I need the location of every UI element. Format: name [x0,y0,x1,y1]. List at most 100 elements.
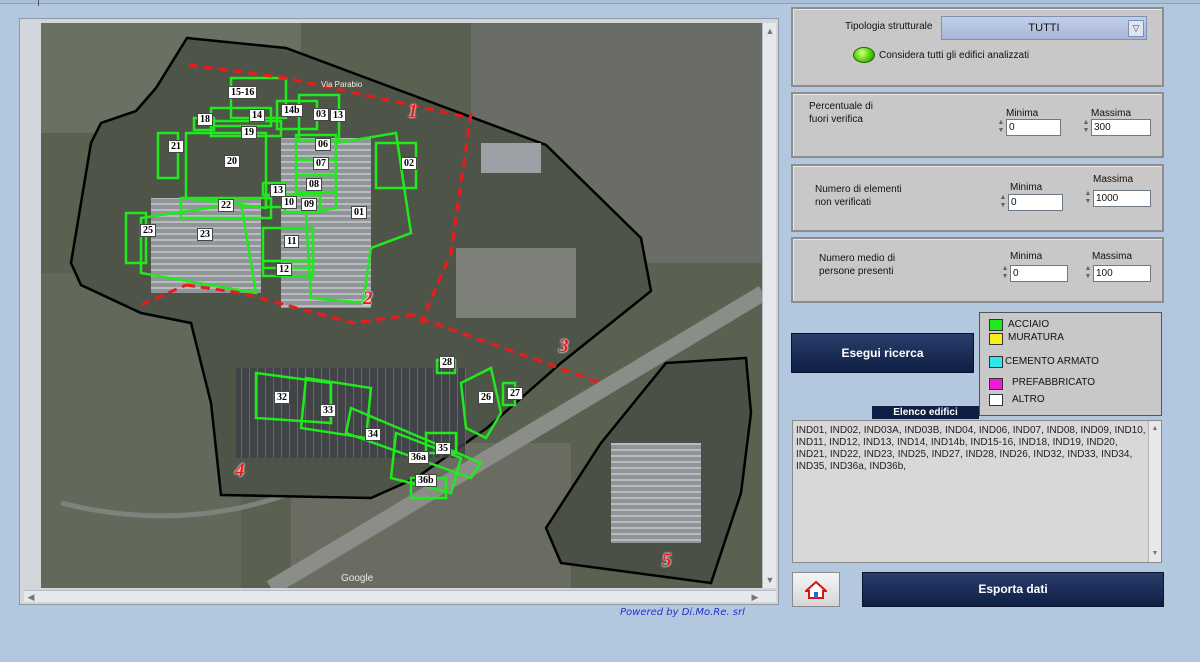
powered-by: Powered by Di.Mo.Re. srl [620,607,745,618]
building-label[interactable]: 32 [274,391,290,404]
building-label[interactable]: 34 [365,428,381,441]
map-vertical-scrollbar[interactable]: ▲ ▼ [762,23,776,588]
map-frame: 15-16 14 14b 03 13 18 19 21 20 06 02 07 08 13 10 09 01 22… [19,18,779,605]
esporta-dati-button[interactable]: Esporta dati [862,572,1164,607]
building-label[interactable]: 01 [351,206,367,219]
building-label[interactable]: 19 [241,126,257,139]
percentuale-min-spinner[interactable]: ▲ ▼ [997,119,1005,136]
building-label[interactable]: 27 [507,387,523,400]
building-label[interactable]: 18 [197,113,213,126]
satellite-map[interactable]: 15-16 14 14b 03 13 18 19 21 20 06 02 07 08 13 10 09 01 22… [41,23,763,588]
percentuale-panel: Percentuale di fuori verifica Minima Mas… [791,92,1164,158]
percentuale-max-spinner[interactable]: ▲ ▼ [1082,119,1090,136]
considera-label: Considera tutti gli edifici analizzati [879,50,1030,61]
building-label[interactable]: 14b [281,104,303,117]
legend-swatch-muratura [989,333,1003,345]
elenco-scrollbar[interactable]: ▲ ▼ [1148,421,1161,562]
persone-max-spinner[interactable]: ▲ ▼ [1084,265,1092,282]
persone-panel: Numero medio di persone presenti Minima … [791,237,1164,303]
building-label[interactable]: 14 [249,109,265,122]
elementi-min-spinner[interactable]: ▲ ▼ [999,194,1007,211]
persone-min-label: Minima [1010,251,1043,262]
percentuale-label-1: Percentuale di [809,101,873,112]
persone-max-label: Massima [1092,251,1133,262]
building-label[interactable]: 09 [301,198,317,211]
building-label[interactable]: 20 [224,155,240,168]
building-label[interactable]: 07 [313,157,329,170]
elementi-min-label: Minima [1010,182,1043,193]
zone-label: 4 [235,460,245,481]
building-label[interactable]: 06 [315,138,331,151]
building-label[interactable]: 11 [284,235,300,248]
elenco-edifici-list[interactable]: IND01, IND02, IND03A, IND03B, IND04, IND… [792,420,1162,563]
legend-label-muratura: MURATURA [1008,332,1064,343]
scroll-down-icon[interactable]: ▼ [763,574,777,586]
building-label[interactable]: 35 [435,442,451,455]
map-svg[interactable] [41,23,763,588]
building-label[interactable]: 26 [478,391,494,404]
top-strip-tick [38,0,39,6]
elementi-max-input[interactable]: 1000 [1093,190,1151,207]
zone-label: 1 [408,101,418,122]
map-horizontal-scrollbar[interactable]: ◀ ▶ [24,590,776,602]
building-label[interactable]: 21 [168,140,184,153]
building-label[interactable]: 25 [140,224,156,237]
building-label[interactable]: 28 [439,356,455,369]
home-button[interactable] [792,572,840,607]
zone-label: 2 [363,288,373,309]
esegui-ricerca-button[interactable]: Esegui ricerca [791,333,974,373]
elementi-panel: Numero di elementi non verificati Minima… [791,164,1164,232]
building-label[interactable]: 08 [306,178,322,191]
building-label[interactable]: 12 [276,263,292,276]
google-logo: Google [341,573,374,584]
building-label[interactable]: 03 [313,108,329,121]
street-label: Via Parabio [321,80,363,89]
roof-texture [611,443,701,543]
scroll-right-icon[interactable]: ▶ [748,591,762,603]
building-label[interactable]: 36a [408,451,429,464]
considera-led-toggle[interactable] [853,47,875,63]
persone-min-spinner[interactable]: ▲ ▼ [1001,265,1009,282]
elementi-min-input[interactable]: 0 [1008,194,1063,211]
legend-label-cemento-armato: CEMENTO ARMATO [1005,356,1099,367]
elementi-label-1: Numero di elementi [815,184,902,195]
legend-label-prefabbricato: PREFABBRICATO [1012,377,1095,388]
home-icon [805,580,827,599]
building-label[interactable]: 33 [320,404,336,417]
percentuale-min-input[interactable]: 0 [1006,119,1061,136]
legend-label-altro: ALTRO [1012,394,1045,405]
tipologia-label: Tipologia strutturale [845,21,933,32]
top-strip [0,0,1200,6]
zone-label: 3 [559,336,569,357]
legend-label-acciaio: ACCIAIO [1008,319,1050,330]
elenco-edifici-text[interactable]: IND01, IND02, IND03A, IND03B, IND04, IND… [796,425,1148,473]
elementi-max-spinner[interactable]: ▲ ▼ [1084,190,1092,207]
elementi-max-label: Massima [1093,174,1134,185]
building-label[interactable]: 13 [330,109,346,122]
percentuale-max-input[interactable]: 300 [1091,119,1151,136]
percentuale-label-2: fuori verifica [809,114,863,125]
persone-min-input[interactable]: 0 [1010,265,1068,282]
elenco-title: Elenco edifici [872,406,979,419]
persone-label-2: persone presenti [819,266,894,277]
scroll-down-icon[interactable]: ▼ [1149,548,1161,560]
legend: ACCIAIO MURATURA CEMENTO ARMATO PREFABBR… [979,312,1162,416]
building-label[interactable]: 10 [281,196,297,209]
scroll-up-icon[interactable]: ▲ [763,25,777,37]
building-label[interactable]: 15-16 [228,86,258,99]
legend-swatch-altro [989,394,1003,406]
scroll-up-icon[interactable]: ▲ [1149,423,1161,435]
tipologia-panel: Tipologia strutturale TUTTI ▽ Considera … [791,7,1164,87]
building-label[interactable]: 36b [415,474,437,487]
building-label[interactable]: 22 [218,199,234,212]
tipologia-select[interactable]: TUTTI ▽ [941,16,1147,40]
zone-label: 5 [662,550,672,571]
chevron-down-icon[interactable]: ▽ [1128,20,1144,37]
building-label[interactable]: 02 [401,157,417,170]
legend-swatch-cemento-armato [989,356,1003,368]
scroll-left-icon[interactable]: ◀ [24,591,38,603]
elementi-label-2: non verificati [815,197,872,208]
persone-max-input[interactable]: 100 [1093,265,1151,282]
other-buildings [481,143,541,173]
building-label[interactable]: 23 [197,228,213,241]
